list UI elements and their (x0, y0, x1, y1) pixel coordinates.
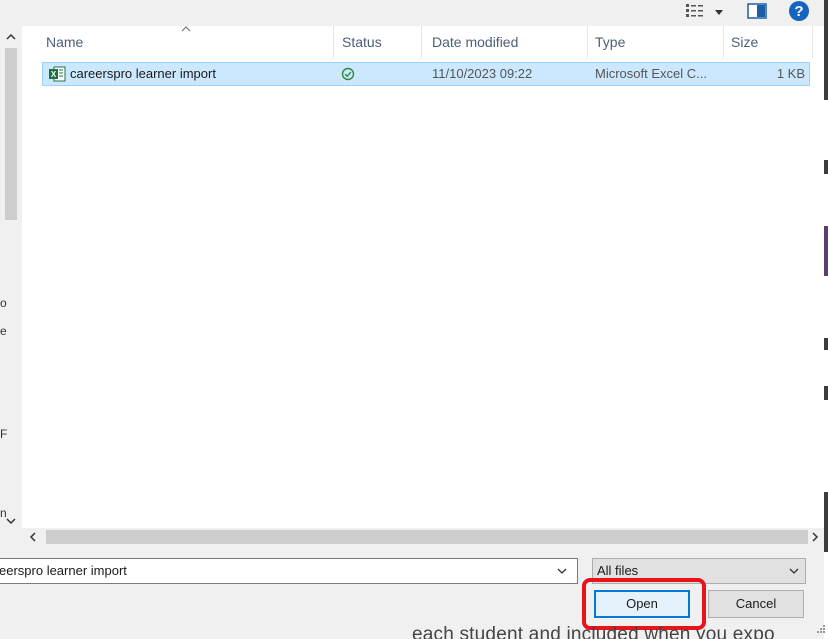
file-list-area[interactable] (0, 26, 824, 550)
clipped-text: e (0, 324, 7, 338)
svg-text:?: ? (794, 3, 803, 20)
vertical-scrollbar[interactable] (0, 26, 22, 550)
cancel-button[interactable]: Cancel (708, 590, 804, 618)
column-date-modified[interactable]: Date modified (422, 26, 588, 58)
toolbar: ? (0, 0, 828, 26)
horizontal-scroll-thumb[interactable] (46, 530, 808, 544)
excel-file-icon: X (49, 66, 66, 82)
file-size: 1 KB (776, 66, 805, 81)
background-page-text: each student and included when you expo (412, 624, 775, 639)
file-type: Microsoft Excel C... (595, 66, 707, 81)
column-size[interactable]: Size (721, 26, 811, 58)
scroll-right-icon[interactable] (806, 528, 824, 546)
clipped-text: F (0, 427, 8, 441)
vertical-scroll-thumb[interactable] (5, 48, 17, 220)
file-row[interactable]: X careerspro learner import 11/10/2023 0… (42, 62, 810, 86)
file-name-value[interactable]: eerspro learner import (0, 559, 127, 583)
clipped-text: n (0, 506, 7, 520)
clipped-text: o (0, 296, 7, 310)
dropdown-arrow-icon[interactable] (712, 5, 726, 19)
scroll-up-icon[interactable] (0, 26, 22, 48)
column-status[interactable]: Status (332, 26, 422, 58)
file-name-input[interactable]: eerspro learner import (0, 558, 578, 584)
column-header: Name Status Date modified Type Size (22, 26, 824, 58)
horizontal-scrollbar[interactable] (22, 528, 824, 546)
preview-pane-icon[interactable] (746, 2, 768, 20)
background-window-edge (824, 0, 828, 639)
red-highlight-annotation (582, 578, 706, 630)
svg-text:X: X (51, 70, 57, 79)
view-options-icon[interactable] (684, 2, 706, 20)
sync-ok-icon (341, 67, 355, 81)
resize-grip-icon[interactable] (814, 622, 826, 634)
file-name[interactable]: careerspro learner import (70, 63, 216, 85)
chevron-down-icon[interactable] (555, 565, 569, 577)
column-name[interactable]: Name (36, 26, 332, 58)
file-date-modified: 11/10/2023 09:22 (432, 66, 533, 81)
chevron-down-icon[interactable] (787, 565, 801, 577)
scroll-left-icon[interactable] (22, 528, 44, 546)
help-icon[interactable]: ? (788, 0, 810, 22)
column-type[interactable]: Type (585, 26, 725, 58)
